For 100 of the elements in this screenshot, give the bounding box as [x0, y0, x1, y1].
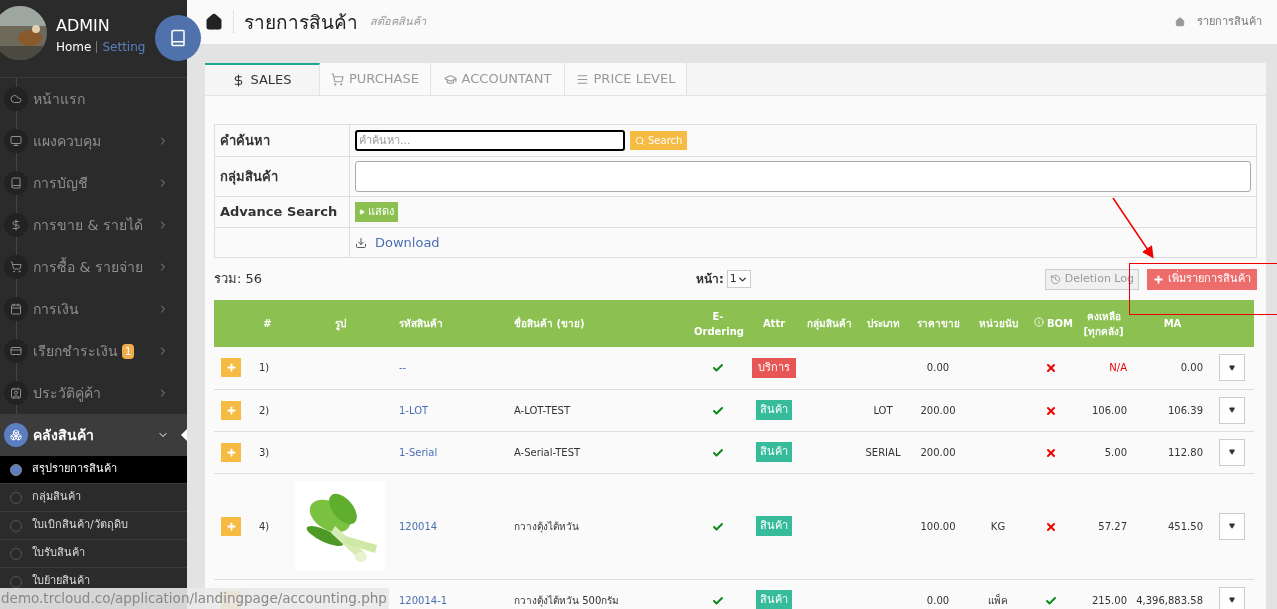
info-icon — [1034, 317, 1044, 327]
table-cell: 451.50 — [1135, 473, 1210, 579]
column-header: รหัสสินค้า — [395, 300, 510, 347]
table-cell: 5.00 — [1072, 431, 1135, 473]
sidebar-item-label: คลังสินค้า — [33, 425, 94, 445]
menu-icon — [4, 339, 28, 363]
menu-icon — [4, 423, 28, 447]
submenu-item[interactable]: ใบเบิกสินค้า/วัตถุดิบ — [0, 512, 187, 540]
product-code-link[interactable]: 1-Serial — [395, 431, 510, 473]
page-select[interactable]: 1 — [726, 270, 751, 288]
product-code-link[interactable]: 120014 — [395, 473, 510, 579]
table-cell: 0.00 — [910, 347, 966, 389]
tab[interactable]: ACCOUNTANT — [431, 63, 565, 95]
attr-tag: สินค้า — [756, 399, 792, 421]
submenu-item[interactable]: ใบรับสินค้า — [0, 540, 187, 568]
group-field[interactable] — [355, 161, 1251, 192]
product-code-link[interactable]: 1-LOT — [395, 389, 510, 431]
expand-button[interactable] — [221, 516, 241, 536]
product-code-link[interactable]: -- — [395, 347, 510, 389]
product-code-link[interactable]: 120014-1 — [395, 579, 510, 609]
plus-icon — [1153, 273, 1164, 285]
page-subtitle: สต๊อคสินค้า — [370, 13, 426, 30]
column-header: BOM — [1030, 300, 1072, 347]
attr-tag: สินค้า — [756, 441, 792, 463]
sidebar-item[interactable]: การเงิน — [0, 288, 187, 330]
table-cell: 106.00 — [1072, 389, 1135, 431]
sidebar-item-label: การบัญชี — [33, 173, 88, 193]
sidebar-item[interactable]: ประวัติคู่ค้า — [0, 372, 187, 414]
table-cell: A-Serial-TEST — [510, 431, 690, 473]
sidebar-item-label: เรียกชำระเงิน — [33, 341, 118, 361]
expand-button[interactable] — [221, 358, 241, 378]
book-icon — [169, 29, 187, 47]
bullet-icon — [10, 547, 22, 560]
play-icon — [359, 209, 365, 215]
bullet-icon — [10, 519, 22, 532]
sidebar-item[interactable]: เรียกชำระเงิน 1 — [0, 330, 187, 372]
menu-icon — [4, 87, 28, 111]
sidebar-item-label: การเงิน — [33, 299, 79, 319]
page-title: รายการสินค้า — [244, 9, 358, 35]
column-header: กลุ่มสินค้า — [802, 300, 856, 347]
sidebar-item[interactable]: แผงควบคุม — [0, 120, 187, 162]
tab-icon — [331, 72, 344, 86]
row-menu-button[interactable] — [1219, 438, 1245, 466]
row-menu-button[interactable] — [1219, 586, 1245, 609]
column-header: รูป — [285, 300, 395, 347]
menu-icon — [4, 381, 28, 405]
submenu-item[interactable]: สรุปรายการสินค้า — [0, 456, 187, 484]
home-icon — [205, 13, 223, 31]
caret-icon — [1229, 407, 1235, 413]
tab[interactable]: PRICE LEVEL — [565, 63, 687, 95]
total-count: รวม: 56 — [214, 270, 264, 289]
tab[interactable]: SALES — [205, 63, 320, 95]
sidebar-item-label: การซื้อ & รายจ่าย — [33, 256, 143, 277]
expand-button[interactable] — [221, 442, 241, 462]
table-cell: 1) — [250, 347, 285, 389]
add-product-button[interactable]: เพิ่มรายการสินค้า — [1147, 268, 1257, 290]
plus-icon — [225, 446, 237, 458]
search-field[interactable]: คำค้นหา... — [355, 130, 625, 151]
tab[interactable]: PURCHASE — [320, 63, 431, 95]
bullet-icon — [10, 463, 22, 476]
row-menu-button[interactable] — [1219, 396, 1245, 424]
attr-tag: บริการ — [752, 357, 796, 378]
menu-icon — [4, 129, 28, 153]
caret-icon — [1229, 364, 1235, 371]
sidebar-item[interactable]: การซื้อ & รายจ่าย — [0, 246, 187, 288]
sidebar-item[interactable]: การบัญชี — [0, 162, 187, 204]
url-tooltip: demo.trcloud.co/application/landingpage/accounting.php — [0, 588, 389, 609]
history-icon — [1049, 273, 1061, 285]
submenu-item[interactable]: กลุ่มสินค้า — [0, 484, 187, 512]
menu-icon — [4, 213, 28, 237]
row-menu-button[interactable] — [1219, 512, 1245, 540]
table-cell: SERIAL — [856, 431, 910, 473]
table-cell: 2) — [250, 389, 285, 431]
column-header: MA — [1135, 300, 1210, 347]
expand-button[interactable] — [221, 400, 241, 420]
menu-icon — [4, 255, 28, 279]
table-cell: 106.39 — [1135, 389, 1210, 431]
column-header: E-Ordering — [690, 300, 746, 347]
column-header: Attr — [746, 300, 802, 347]
download-link[interactable]: Download — [375, 232, 440, 253]
row-menu-button[interactable] — [1219, 354, 1245, 382]
column-header: ราคาขาย — [910, 300, 966, 347]
table-cell: 0.00 — [910, 579, 966, 609]
table-cell: 200.00 — [910, 431, 966, 473]
sidebar-item[interactable]: การขาย & รายได้ — [0, 204, 187, 246]
sidebar-item[interactable]: คลังสินค้า — [0, 414, 187, 456]
sidebar-item[interactable]: หน้าแรก — [0, 78, 187, 120]
plus-icon — [225, 520, 237, 532]
user-link[interactable]: Home — [56, 38, 92, 56]
user-link[interactable]: Setting — [96, 41, 146, 53]
table-cell: กวางตุ้งไต้หวัน — [510, 473, 690, 579]
sidebar-item-label: การขาย & รายได้ — [33, 215, 143, 235]
table-cell: 4) — [250, 473, 285, 579]
table-cell: 3) — [250, 431, 285, 473]
submenu-label: ใบย้ายสินค้า — [32, 573, 90, 590]
breadcrumb: รายการสินค้า — [1197, 13, 1262, 30]
column-header: ชื่อสินค้า (ขาย) — [510, 300, 690, 347]
user-name: ADMIN — [56, 16, 111, 36]
bullet-icon — [10, 491, 22, 504]
bullet-icon — [10, 575, 22, 588]
